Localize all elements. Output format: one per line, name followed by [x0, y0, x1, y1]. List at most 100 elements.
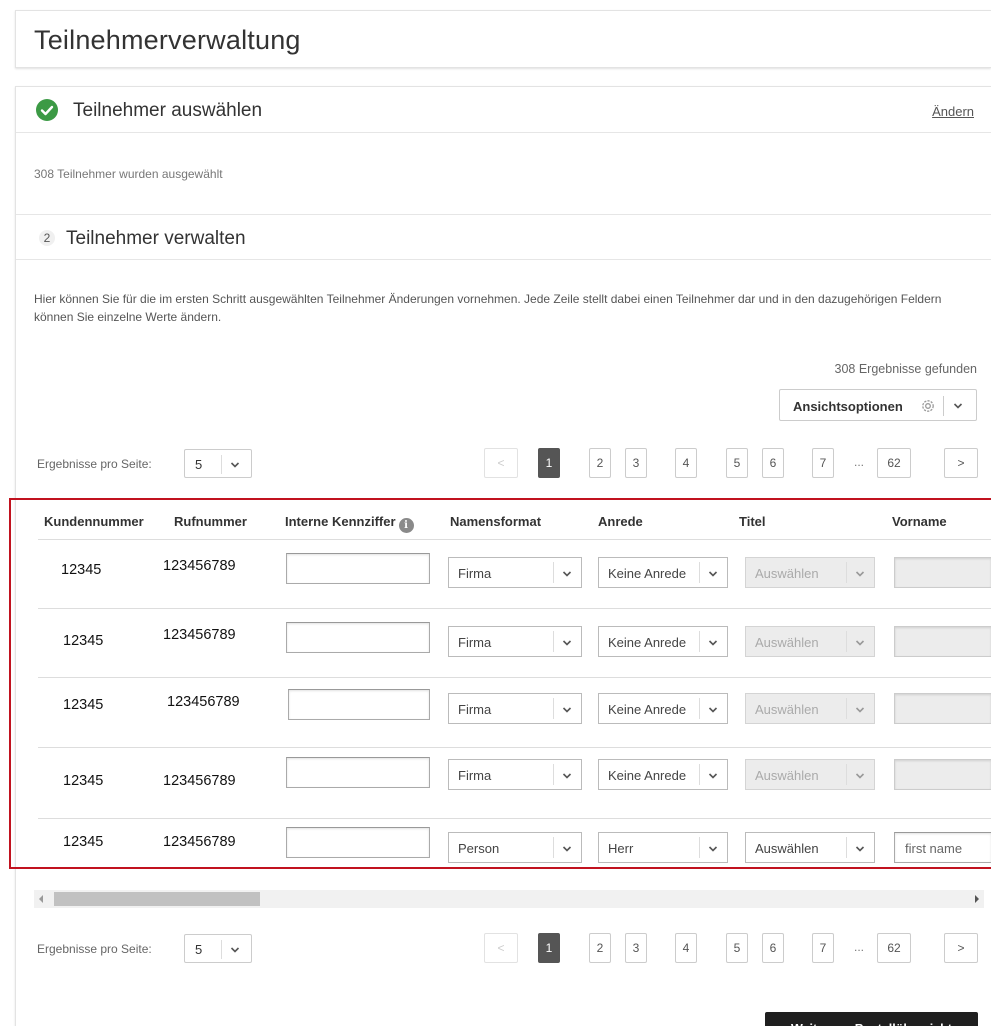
view-options-button[interactable]: Ansichtsoptionen: [779, 389, 977, 421]
table-row: 12345 123456789 Firma Keine Anrede Auswä…: [16, 755, 991, 805]
next-page-button[interactable]: >: [944, 448, 978, 478]
page-button-7[interactable]: 7: [812, 448, 834, 478]
cell-rufnummer: 123456789: [163, 773, 236, 789]
main-panel: Teilnehmer auswählen Ändern 308 Teilnehm…: [15, 86, 991, 1026]
interne-kennziffer-input[interactable]: [286, 757, 430, 788]
chevron-down-icon: [561, 703, 573, 721]
step2-description: Hier können Sie für die im ersten Schrit…: [34, 292, 942, 324]
select-divider: [553, 631, 554, 652]
page-button-6[interactable]: 6: [762, 448, 784, 478]
anrede-select[interactable]: Keine Anrede: [598, 557, 728, 588]
page-button-6[interactable]: 6: [762, 933, 784, 963]
row-divider: [38, 539, 991, 540]
page-button-2[interactable]: 2: [589, 448, 611, 478]
per-page-select[interactable]: 5: [184, 934, 252, 963]
interne-kennziffer-input[interactable]: [288, 689, 430, 720]
select-divider: [846, 837, 847, 858]
cell-rufnummer: 123456789: [167, 694, 240, 710]
titel-value: Auswählen: [755, 702, 819, 717]
table-row: 12345 123456789 Firma Keine Anrede Auswä…: [16, 618, 991, 668]
info-icon[interactable]: i: [398, 518, 414, 533]
page-button-5[interactable]: 5: [726, 933, 748, 963]
next-page-button[interactable]: >: [944, 933, 978, 963]
continue-to-order-overview-button[interactable]: Weiter zur Bestellübersicht: [765, 1012, 978, 1026]
table-row: 12345 123456789 Firma Keine Anrede Auswä…: [16, 685, 991, 735]
view-options-divider: [943, 396, 944, 416]
page-button-1[interactable]: 1: [538, 448, 560, 478]
anrede-value: Herr: [608, 841, 634, 856]
anrede-select[interactable]: Keine Anrede: [598, 693, 728, 724]
page-button-last[interactable]: 62: [877, 933, 911, 963]
interne-kennziffer-input[interactable]: [286, 622, 430, 653]
scroll-right-arrow-icon[interactable]: [975, 895, 979, 903]
chevron-down-icon: [561, 567, 573, 585]
namensformat-select[interactable]: Firma: [448, 759, 582, 790]
per-page-select[interactable]: 5: [184, 449, 252, 478]
chevron-down-icon: [707, 636, 719, 654]
interne-kennziffer-input[interactable]: [286, 827, 430, 858]
titel-select: Auswählen: [745, 626, 875, 657]
chevron-down-icon: [854, 567, 866, 585]
scroll-left-arrow-icon[interactable]: [39, 895, 43, 903]
change-link[interactable]: Ändern: [932, 104, 974, 119]
step-number-badge: 2: [39, 230, 55, 246]
select-divider: [699, 562, 700, 583]
step2-header: 2 Teilnehmer verwalten: [16, 214, 991, 260]
titel-value: Auswählen: [755, 768, 819, 783]
page-button-4[interactable]: 4: [675, 448, 697, 478]
select-divider: [699, 631, 700, 652]
column-header-anrede: Anrede: [598, 514, 643, 529]
chevron-down-icon: [229, 943, 241, 961]
prev-page-button[interactable]: <: [484, 933, 518, 963]
page-button-last[interactable]: 62: [877, 448, 911, 478]
page-title: Teilnehmerverwaltung: [34, 25, 301, 55]
cell-kundennummer: 12345: [63, 773, 104, 789]
step2-title: Teilnehmer verwalten: [66, 228, 246, 249]
anrede-select[interactable]: Keine Anrede: [598, 759, 728, 790]
per-page-label: Ergebnisse pro Seite:: [37, 942, 152, 956]
select-divider: [553, 837, 554, 858]
page-header: Teilnehmerverwaltung: [15, 10, 991, 68]
column-header-namensformat: Namensformat: [450, 514, 542, 529]
table-row: 12345 123456789 Firma Keine Anrede Auswä…: [16, 549, 991, 599]
interne-kennziffer-input[interactable]: [286, 553, 430, 584]
namensformat-select[interactable]: Firma: [448, 557, 582, 588]
page-ellipsis: ...: [854, 940, 865, 954]
row-divider: [38, 747, 991, 748]
page-button-1[interactable]: 1: [538, 933, 560, 963]
anrede-value: Keine Anrede: [608, 566, 687, 581]
chevron-down-icon: [952, 399, 964, 417]
namensformat-select[interactable]: Firma: [448, 626, 582, 657]
vorname-input[interactable]: first name: [894, 832, 991, 863]
prev-page-button[interactable]: <: [484, 448, 518, 478]
titel-value: Auswählen: [755, 566, 819, 581]
horizontal-scrollbar[interactable]: [34, 890, 984, 908]
cell-rufnummer: 123456789: [163, 627, 236, 643]
anrede-select[interactable]: Herr: [598, 832, 728, 863]
page-button-3[interactable]: 3: [625, 448, 647, 478]
page-button-3[interactable]: 3: [625, 933, 647, 963]
page-button-7[interactable]: 7: [812, 933, 834, 963]
vorname-input: [894, 759, 991, 790]
check-circle-icon: [36, 99, 58, 121]
page-button-4[interactable]: 4: [675, 933, 697, 963]
chevron-down-icon: [707, 842, 719, 860]
namensformat-select[interactable]: Firma: [448, 693, 582, 724]
titel-select[interactable]: Auswählen: [745, 832, 875, 863]
column-header-vorname: Vorname: [892, 514, 947, 529]
step1-header: Teilnehmer auswählen Ändern: [16, 87, 991, 133]
scrollbar-thumb[interactable]: [54, 892, 260, 906]
namensformat-select[interactable]: Person: [448, 832, 582, 863]
page-button-5[interactable]: 5: [726, 448, 748, 478]
cell-rufnummer: 123456789: [163, 558, 236, 574]
chevron-down-icon: [854, 703, 866, 721]
cell-kundennummer: 12345: [63, 697, 104, 713]
select-divider: [699, 764, 700, 785]
page-button-2[interactable]: 2: [589, 933, 611, 963]
anrede-select[interactable]: Keine Anrede: [598, 626, 728, 657]
chevron-down-icon: [707, 567, 719, 585]
cell-kundennummer: 12345: [63, 834, 104, 850]
namensformat-value: Firma: [458, 566, 492, 581]
select-divider: [846, 562, 847, 583]
namensformat-value: Person: [458, 841, 500, 856]
